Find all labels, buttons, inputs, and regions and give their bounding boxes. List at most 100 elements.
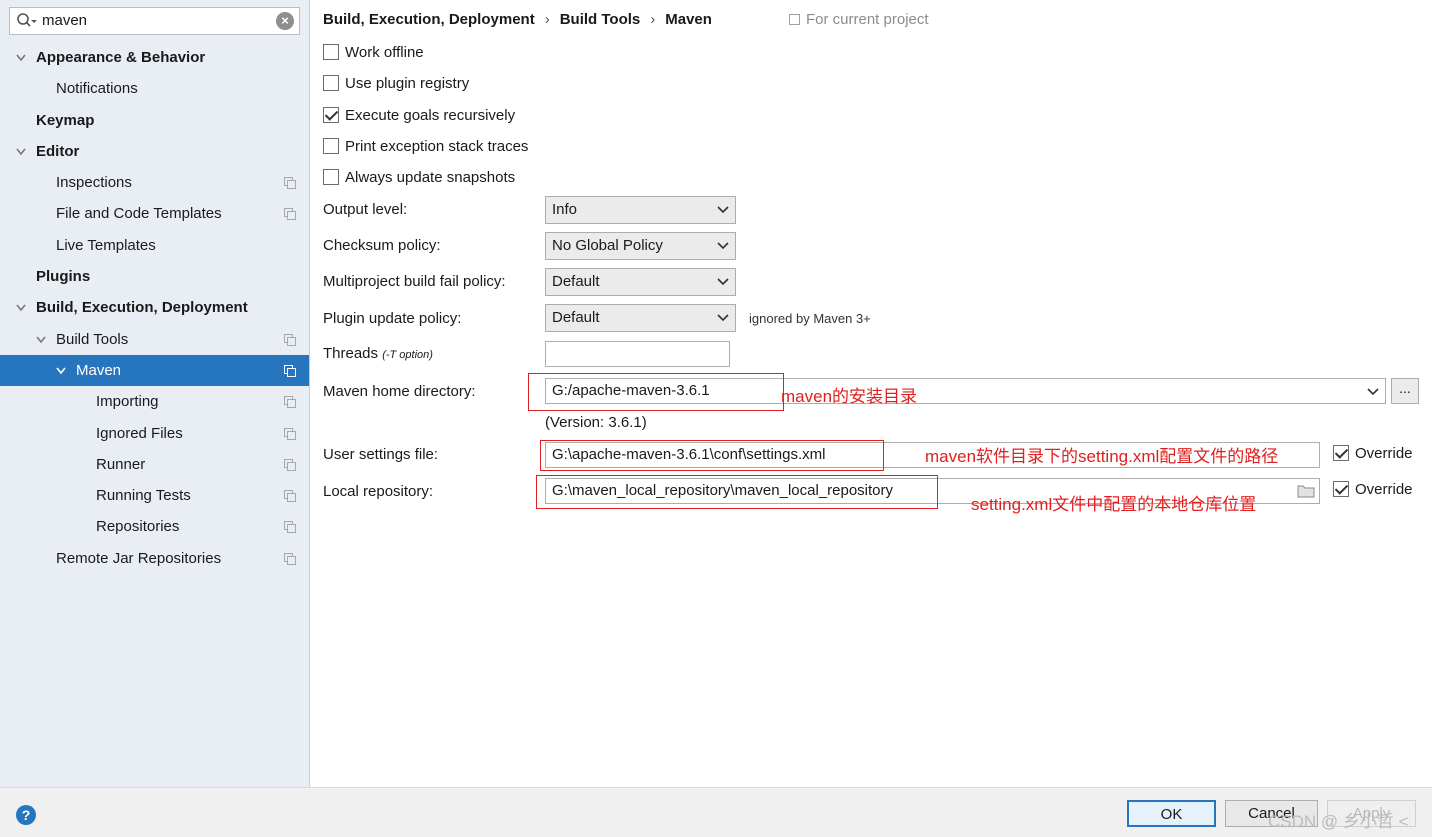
- chevron-down-icon: [717, 278, 729, 286]
- search-input[interactable]: maven ×: [9, 7, 300, 35]
- multiproject-fail-policy-select[interactable]: Default: [545, 268, 736, 296]
- breadcrumb-separator: ›: [544, 11, 550, 28]
- plugin-update-policy-label: Plugin update policy:: [323, 310, 462, 327]
- chevron-down-icon[interactable]: [16, 54, 26, 62]
- chevron-down-icon[interactable]: [1367, 388, 1379, 396]
- tree-item-label: Maven: [76, 361, 122, 379]
- checkbox-box[interactable]: [323, 169, 339, 185]
- user-settings-override-checkbox[interactable]: Override: [1333, 443, 1413, 465]
- tree-item-label: Repositories: [96, 518, 180, 536]
- tree-item-label: Runner: [96, 455, 146, 473]
- tree-item-build-tools[interactable]: Build Tools: [0, 324, 309, 355]
- checkbox-box[interactable]: [1333, 445, 1349, 461]
- tree-item-label: Live Templates: [56, 236, 156, 254]
- checkbox-box[interactable]: [323, 138, 339, 154]
- annotation-box: [536, 475, 938, 509]
- search-value: maven: [42, 12, 88, 29]
- multiproject-fail-policy-label: Multiproject build fail policy:: [323, 273, 506, 290]
- local-repository-annotation: setting.xml文件中配置的本地仓库位置: [971, 495, 1257, 514]
- project-settings-icon: [284, 177, 296, 190]
- tree-item-maven[interactable]: Maven: [0, 354, 309, 387]
- project-settings-icon: [284, 364, 296, 377]
- chevron-down-icon[interactable]: [36, 336, 46, 344]
- annotation-box: [528, 373, 784, 411]
- clear-search-icon[interactable]: ×: [276, 12, 294, 30]
- project-settings-icon: [284, 552, 296, 565]
- help-icon[interactable]: ?: [16, 805, 36, 825]
- checksum-policy-label: Checksum policy:: [323, 237, 441, 254]
- maven-version-label: (Version: 3.6.1): [545, 414, 647, 431]
- breadcrumb: Build, Execution, Deployment › Build Tools…: [323, 11, 712, 28]
- user-settings-label: User settings file:: [323, 446, 439, 463]
- tree-item-ignored-files[interactable]: Ignored Files: [0, 418, 309, 449]
- tree-item-label: Appearance & Behavior: [36, 49, 206, 66]
- maven-settings-panel: Build, Execution, Deployment › Build Tools…: [311, 0, 1432, 787]
- breadcrumb-build-execution[interactable]: Build, Execution, Deployment: [323, 11, 535, 28]
- search-icon: [17, 13, 37, 27]
- project-settings-icon: [284, 458, 296, 471]
- tree-item-notifications[interactable]: Notifications: [0, 73, 309, 104]
- breadcrumb-maven: Maven: [665, 11, 712, 28]
- tree-item-label: File and Code Templates: [56, 205, 222, 223]
- project-settings-icon: [284, 396, 296, 409]
- local-repository-override-checkbox[interactable]: Override: [1333, 479, 1413, 501]
- maven-home-annotation: maven的安装目录: [781, 387, 918, 406]
- breadcrumb-build-tools[interactable]: Build Tools: [560, 11, 641, 28]
- project-settings-icon: [284, 427, 296, 440]
- tree-item-importing[interactable]: Importing: [0, 386, 309, 417]
- threads-input[interactable]: [545, 341, 730, 367]
- tree-item-runner[interactable]: Runner: [0, 449, 309, 480]
- tree-item-label: Build Tools: [56, 330, 129, 348]
- plugin-update-policy-select[interactable]: Default: [545, 304, 736, 332]
- tree-item-label: Inspections: [56, 174, 132, 192]
- chevron-down-icon[interactable]: [16, 148, 26, 156]
- tree-item-appearance-behavior[interactable]: Appearance & Behavior: [0, 42, 309, 73]
- output-level-label: Output level:: [323, 201, 408, 218]
- tree-item-editor[interactable]: Editor: [0, 136, 309, 167]
- maven-home-browse-button[interactable]: ...: [1391, 378, 1419, 404]
- for-current-project-label: For current project: [789, 11, 929, 28]
- tree-item-inspections[interactable]: Inspections: [0, 167, 309, 198]
- checkbox-box[interactable]: [323, 44, 339, 60]
- tree-item-repositories[interactable]: Repositories: [0, 511, 309, 542]
- tree-item-label: Editor: [36, 142, 80, 160]
- tree-item-plugins[interactable]: Plugins: [0, 261, 309, 292]
- project-settings-icon: [284, 490, 296, 503]
- ok-button[interactable]: OK: [1127, 800, 1216, 827]
- project-settings-icon: [284, 333, 296, 346]
- tree-item-keymap[interactable]: Keymap: [0, 105, 309, 136]
- checkbox-box[interactable]: [1333, 481, 1349, 497]
- threads-label: Threads (-T option): [323, 345, 433, 362]
- maven-home-label: Maven home directory:: [323, 383, 476, 400]
- chevron-down-icon[interactable]: [16, 304, 26, 312]
- folder-icon[interactable]: [1297, 484, 1315, 498]
- tree-item-build-execution-deployment[interactable]: Build, Execution, Deployment: [0, 292, 309, 323]
- chevron-down-icon[interactable]: [56, 367, 66, 375]
- print-exception-stack-traces-checkbox[interactable]: Print exception stack traces: [323, 136, 528, 158]
- checkbox-box[interactable]: [323, 75, 339, 91]
- tree-item-label: Build, Execution, Deployment: [36, 299, 248, 317]
- tree-item-remote-jar-repositories[interactable]: Remote Jar Repositories: [0, 543, 309, 574]
- user-settings-annotation: maven软件目录下的setting.xml配置文件的路径: [925, 447, 1279, 466]
- output-level-select[interactable]: Info: [545, 196, 736, 224]
- always-update-snapshots-checkbox[interactable]: Always update snapshots: [323, 167, 515, 189]
- dialog-footer: ? OK Cancel Apply CSDN @ 乡小哲 <: [0, 787, 1432, 837]
- watermark-text: CSDN @ 乡小哲 <: [1268, 812, 1409, 831]
- tree-item-running-tests[interactable]: Running Tests: [0, 480, 309, 511]
- tree-item-label: Plugins: [36, 268, 91, 286]
- settings-tree: Appearance & Behavior Notifications Keymap…: [0, 42, 309, 574]
- tree-item-label: Ignored Files: [96, 424, 183, 442]
- project-icon: [789, 14, 800, 25]
- local-repository-label: Local repository:: [323, 483, 434, 500]
- work-offline-checkbox[interactable]: Work offline: [323, 42, 424, 64]
- chevron-down-icon: [717, 242, 729, 250]
- tree-item-label: Remote Jar Repositories: [56, 549, 222, 567]
- checkbox-box[interactable]: [323, 107, 339, 123]
- annotation-box: [540, 440, 884, 471]
- execute-goals-recursively-checkbox[interactable]: Execute goals recursively: [323, 105, 515, 127]
- tree-item-file-and-code-templates[interactable]: File and Code Templates: [0, 198, 309, 229]
- breadcrumb-separator: ›: [650, 11, 656, 28]
- checksum-policy-select[interactable]: No Global Policy: [545, 232, 736, 260]
- tree-item-live-templates[interactable]: Live Templates: [0, 230, 309, 261]
- use-plugin-registry-checkbox[interactable]: Use plugin registry: [323, 73, 469, 95]
